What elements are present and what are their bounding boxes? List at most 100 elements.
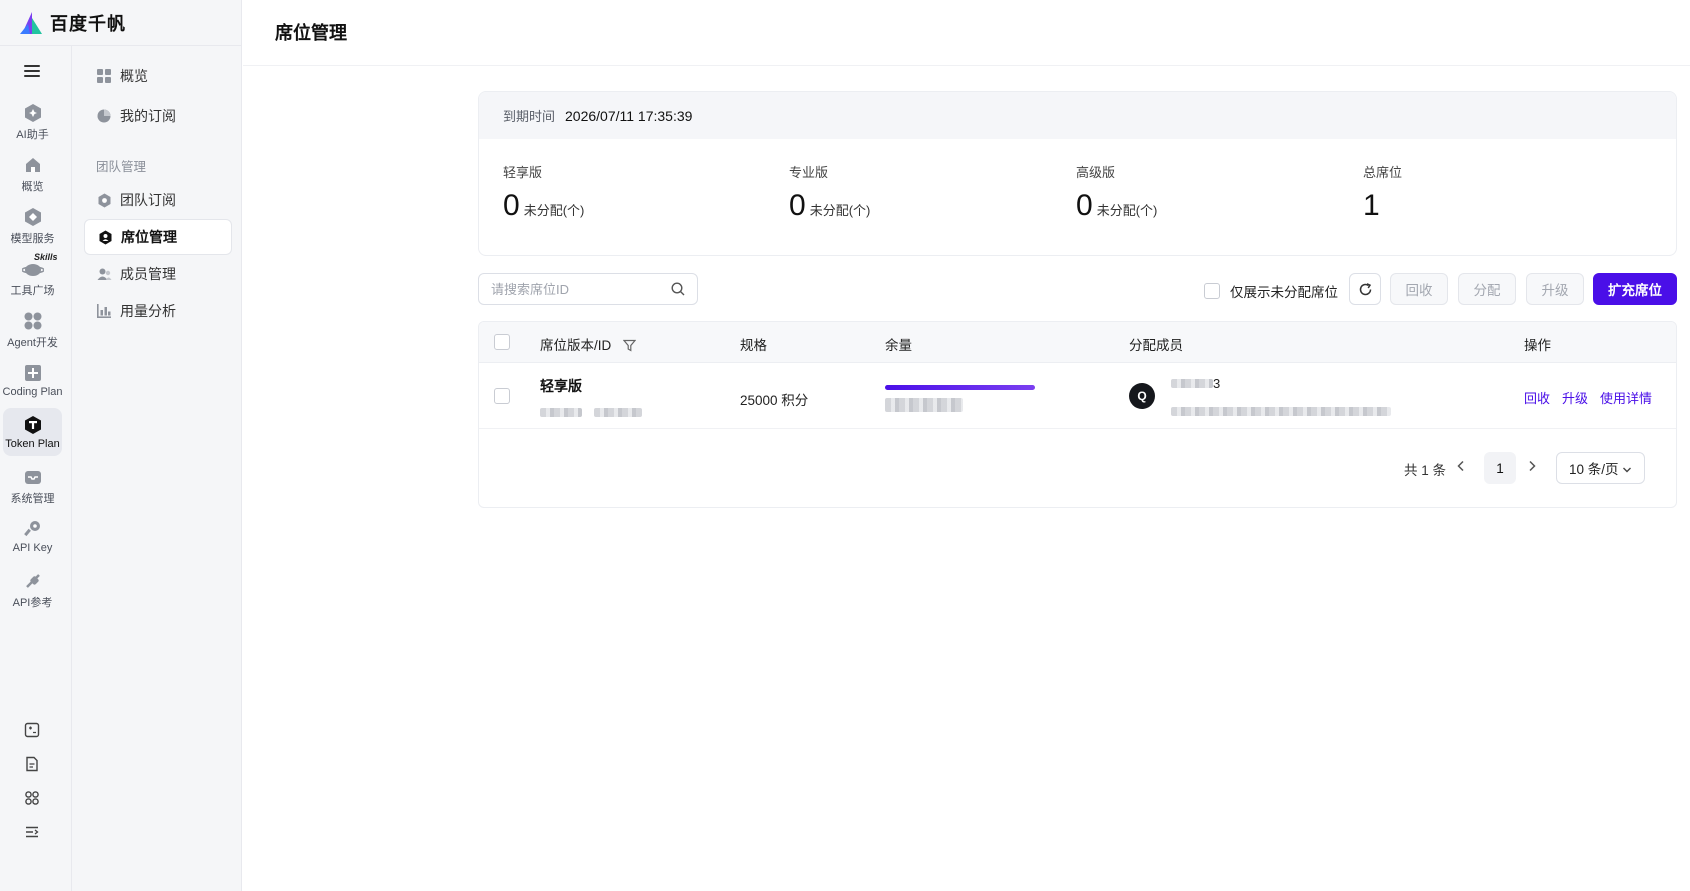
page-header: 席位管理 bbox=[243, 0, 1690, 66]
brand-logo[interactable]: 百度千帆 bbox=[0, 0, 242, 46]
gear-icon bbox=[96, 192, 112, 208]
primary-rail: AI助手 概览 模型服务 Skills 工具广场 Agent开发 Coding … bbox=[0, 46, 72, 891]
seat-id-redacted bbox=[540, 404, 642, 420]
page-title: 席位管理 bbox=[275, 23, 347, 43]
skills-badge: Skills bbox=[33, 252, 58, 262]
stat-unit: 未分配(个) bbox=[523, 203, 585, 218]
seat-user-icon bbox=[97, 229, 113, 245]
stat-value: 0 bbox=[1076, 189, 1093, 222]
upgrade-button[interactable]: 升级 bbox=[1526, 273, 1584, 305]
stat-pro: 专业版 0 未分配(个) bbox=[789, 162, 1049, 223]
brand-name: 百度千帆 bbox=[50, 13, 126, 34]
next-page-icon[interactable] bbox=[1526, 460, 1538, 475]
expiry-value: 2026/07/11 17:35:39 bbox=[565, 107, 693, 124]
collapse-menu-icon[interactable] bbox=[21, 821, 43, 843]
users-icon bbox=[96, 266, 112, 282]
row-checkbox[interactable] bbox=[494, 388, 510, 407]
rail-item-api-key[interactable]: API Key bbox=[3, 512, 62, 560]
column-spec: 规格 bbox=[740, 338, 767, 353]
stat-advanced: 高级版 0 未分配(个) bbox=[1076, 162, 1336, 223]
sidebar-item-label: 用量分析 bbox=[120, 303, 176, 319]
search-input[interactable] bbox=[491, 281, 661, 297]
column-seat: 席位版本/ID bbox=[540, 334, 637, 354]
assign-button[interactable]: 分配 bbox=[1458, 273, 1516, 305]
sidebar-item-label: 席位管理 bbox=[121, 229, 177, 245]
page-size-select[interactable]: 10 条/页 bbox=[1556, 452, 1645, 484]
seat-search-field[interactable] bbox=[478, 273, 698, 305]
rail-item-overview[interactable]: 概览 bbox=[3, 148, 62, 196]
bar-chart-icon bbox=[96, 303, 112, 319]
expand-seats-button[interactable]: 扩充席位 bbox=[1593, 273, 1677, 305]
only-unassigned-checkbox[interactable] bbox=[1204, 283, 1220, 299]
sidebar-item-overview[interactable]: 概览 bbox=[84, 58, 232, 94]
sidebar-item-label: 概览 bbox=[120, 68, 148, 84]
avatar: Q bbox=[1129, 383, 1155, 409]
sidebar-item-usage-analysis[interactable]: 用量分析 bbox=[84, 293, 232, 329]
sidebar-item-team-subscription[interactable]: 团队订阅 bbox=[84, 182, 232, 218]
row-upgrade-link[interactable]: 升级 bbox=[1562, 388, 1588, 407]
table-header: 席位版本/ID 规格 余量 分配成员 操作 bbox=[479, 322, 1676, 363]
agent-dev-icon bbox=[22, 310, 44, 332]
remaining-progress-track bbox=[885, 385, 1035, 390]
sidebar-item-member-management[interactable]: 成员管理 bbox=[84, 256, 232, 292]
rail-item-tool-square[interactable]: Skills 工具广场 bbox=[3, 252, 62, 300]
coding-plan-icon bbox=[22, 362, 44, 384]
expiry-label: 到期时间 bbox=[503, 109, 556, 124]
qianfan-logo-icon bbox=[20, 11, 42, 34]
refresh-button[interactable] bbox=[1349, 273, 1381, 305]
recycle-button[interactable]: 回收 bbox=[1390, 273, 1448, 305]
column-remaining: 余量 bbox=[885, 338, 912, 353]
only-unassigned-toggle[interactable]: 仅展示未分配席位 bbox=[1204, 281, 1338, 301]
remaining-value-redacted bbox=[885, 398, 963, 415]
rail-item-label: 模型服务 bbox=[10, 233, 55, 245]
prev-page-icon[interactable] bbox=[1455, 460, 1467, 475]
stat-lite: 轻享版 0 未分配(个) bbox=[503, 162, 763, 223]
stat-value: 1 bbox=[1363, 189, 1380, 222]
rail-item-model-service[interactable]: 模型服务 bbox=[3, 200, 62, 248]
rail-item-api-reference[interactable]: API参考 bbox=[3, 564, 62, 612]
rail-item-label: API参考 bbox=[12, 597, 53, 609]
sidebar-item-my-subscription[interactable]: 我的订阅 bbox=[84, 98, 232, 134]
pagination-total: 共 1 条 bbox=[1404, 463, 1447, 478]
rail-item-label: 概览 bbox=[21, 181, 44, 193]
seat-spec: 25000 积分 bbox=[740, 393, 809, 408]
apps-grid-icon[interactable] bbox=[21, 787, 43, 809]
sidebar-group-title: 团队管理 bbox=[96, 160, 147, 174]
rail-item-token-plan[interactable]: Token Plan bbox=[3, 408, 62, 456]
rail-item-system-manage[interactable]: 系统管理 bbox=[3, 460, 62, 508]
rail-item-coding-plan[interactable]: Coding Plan bbox=[3, 356, 62, 404]
sidebar-item-label: 成员管理 bbox=[120, 266, 176, 282]
stat-title: 高级版 bbox=[1076, 165, 1116, 180]
stat-unit: 未分配(个) bbox=[1096, 203, 1158, 218]
column-member: 分配成员 bbox=[1129, 338, 1183, 353]
rail-item-label: Agent开发 bbox=[7, 337, 58, 349]
rail-item-ai-assistant[interactable]: AI助手 bbox=[3, 96, 62, 144]
sidebar-item-seat-management[interactable]: 席位管理 bbox=[84, 219, 232, 255]
dashboard-icon bbox=[96, 68, 112, 84]
stat-value: 0 bbox=[503, 189, 520, 222]
member-name-suffix: 3 bbox=[1213, 376, 1221, 391]
filter-icon[interactable] bbox=[622, 339, 637, 352]
remaining-progress-bar bbox=[885, 385, 1035, 390]
row-usage-detail-link[interactable]: 使用详情 bbox=[1600, 388, 1652, 407]
column-actions: 操作 bbox=[1524, 338, 1551, 353]
sidebar-item-label: 团队订阅 bbox=[120, 192, 176, 208]
token-plan-icon bbox=[22, 414, 44, 436]
rail-item-label: Token Plan bbox=[5, 438, 60, 450]
model-service-icon bbox=[22, 206, 44, 228]
page-number-current[interactable]: 1 bbox=[1484, 452, 1516, 484]
document-icon[interactable] bbox=[21, 753, 43, 775]
chevron-down-icon bbox=[1623, 467, 1631, 473]
row-recycle-link[interactable]: 回收 bbox=[1524, 388, 1550, 407]
rail-item-agent-dev[interactable]: Agent开发 bbox=[3, 304, 62, 352]
refresh-icon bbox=[1359, 282, 1371, 295]
tool-square-icon: Skills bbox=[21, 252, 58, 280]
stat-value: 0 bbox=[789, 189, 806, 222]
search-icon[interactable] bbox=[671, 282, 685, 299]
select-all-checkbox[interactable] bbox=[494, 334, 510, 353]
rail-item-label: 系统管理 bbox=[10, 493, 55, 505]
seat-summary-card: 到期时间 2026/07/11 17:35:39 轻享版 0 未分配(个) 专业版… bbox=[478, 91, 1677, 256]
stat-total: 总席位 1 bbox=[1363, 162, 1623, 223]
hamburger-menu-icon[interactable] bbox=[21, 60, 43, 82]
calculator-icon[interactable] bbox=[21, 719, 43, 741]
